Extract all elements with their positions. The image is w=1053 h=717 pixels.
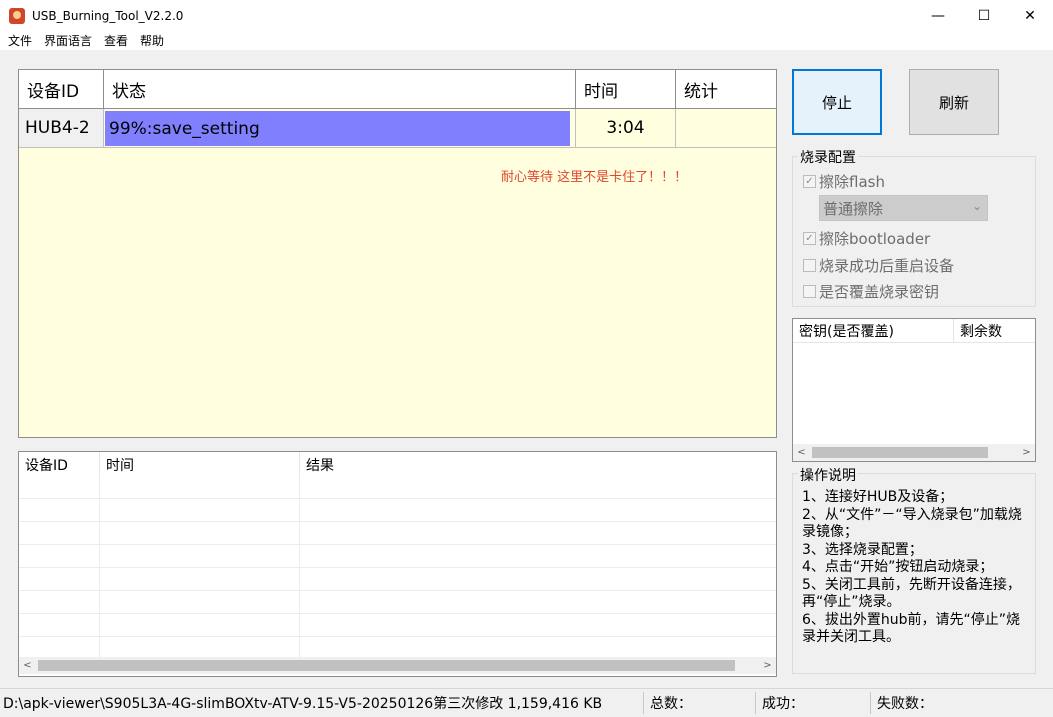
column-log-result[interactable]: 结果 [300, 452, 774, 478]
scroll-left-icon[interactable]: < [19, 657, 36, 674]
menu-view[interactable]: 查看 [98, 32, 134, 49]
erase-bootloader-label: 擦除bootloader [819, 230, 931, 248]
scroll-left-icon[interactable]: < [793, 444, 810, 461]
device-list[interactable]: 设备ID 状态 时间 统计 HUB4-2 3:04 99%:save_setti… [18, 69, 777, 438]
overwrite-keys-option[interactable]: 是否覆盖烧录密钥 [803, 281, 939, 302]
grid-line [19, 613, 776, 614]
menu-bar: 文件 界面语言 查看 帮助 [0, 31, 1053, 50]
key-list[interactable]: 密钥(是否覆盖) 剩余数 < > [792, 318, 1036, 462]
menu-help[interactable]: 帮助 [134, 32, 170, 49]
menu-file[interactable]: 文件 [0, 32, 38, 49]
erase-mode-value: 普通擦除 [823, 199, 884, 218]
reboot-after-label: 烧录成功后重启设备 [819, 257, 955, 275]
time-cell: 3:04 [576, 109, 676, 148]
column-device-id[interactable]: 设备ID [19, 70, 104, 109]
device-id-cell: HUB4-2 [19, 109, 104, 148]
column-time[interactable]: 时间 [576, 70, 676, 109]
menu-language[interactable]: 界面语言 [38, 32, 98, 49]
grid-line [299, 478, 300, 658]
instruction-line: 5、关闭工具前，先断开设备连接，再“停止”烧录。 [802, 576, 1021, 611]
device-row[interactable]: HUB4-2 3:04 99%:save_setting [19, 109, 776, 148]
grid-line [19, 636, 776, 637]
scroll-thumb[interactable] [812, 447, 988, 458]
column-stats[interactable]: 统计 [676, 70, 776, 109]
burn-config-group: 烧录配置 ✓ 擦除flash 普通擦除 ⌄ ✓ 擦除bootloader 烧录成… [792, 147, 1036, 307]
log-list-header: 设备ID 时间 结果 [19, 452, 774, 478]
total-count: 总数： [644, 692, 756, 714]
scroll-right-icon[interactable]: > [1018, 444, 1035, 461]
erase-flash-option[interactable]: ✓ 擦除flash [803, 171, 885, 192]
device-list-header: 设备ID 状态 时间 统计 [19, 70, 776, 109]
log-grid [19, 478, 776, 658]
minimize-button[interactable]: — [915, 0, 961, 31]
erase-bootloader-checkbox[interactable]: ✓ [803, 232, 816, 245]
scroll-thumb[interactable] [38, 660, 735, 671]
instruction-line: 2、从“文件”－“导入烧录包”加载烧录镜像； [802, 506, 1022, 541]
overwrite-keys-label: 是否覆盖烧录密钥 [819, 283, 940, 301]
scroll-track[interactable] [36, 657, 759, 674]
result-log-list[interactable]: 设备ID 时间 结果 < > [18, 451, 777, 677]
progress-bar: 99%:save_setting [105, 111, 570, 146]
log-list-scrollbar[interactable]: < > [19, 657, 776, 674]
grid-line [19, 567, 776, 568]
erase-flash-label: 擦除flash [819, 173, 885, 191]
success-count: 成功： [756, 692, 871, 714]
scroll-right-icon[interactable]: > [759, 657, 776, 674]
window-title: USB_Burning_Tool_V2.2.0 [32, 8, 184, 23]
refresh-button[interactable]: 刷新 [909, 69, 999, 135]
column-log-device-id[interactable]: 设备ID [19, 452, 100, 478]
erase-flash-checkbox[interactable]: ✓ [803, 175, 816, 188]
reboot-after-checkbox[interactable] [803, 259, 816, 272]
close-button[interactable]: ✕ [1007, 0, 1053, 31]
reboot-after-option[interactable]: 烧录成功后重启设备 [803, 255, 954, 276]
instructions-group: 操作说明 1、连接好HUB及设备； 2、从“文件”－“导入烧录包”加载烧录镜像；… [792, 465, 1036, 674]
chevron-down-icon: ⌄ [971, 199, 982, 213]
burn-config-title: 烧录配置 [798, 147, 858, 167]
instruction-line: 3、选择烧录配置； [802, 541, 923, 558]
grid-line [19, 590, 776, 591]
erase-mode-select[interactable]: 普通擦除 ⌄ [819, 195, 988, 221]
instructions-title: 操作说明 [798, 465, 858, 485]
column-remaining[interactable]: 剩余数 [954, 319, 1035, 343]
file-info: D:\apk-viewer\S905L3A-4G-slimBOXtv-ATV-9… [0, 692, 644, 714]
title-bar: USB_Burning_Tool_V2.2.0 — ☐ ✕ [0, 0, 1053, 31]
scroll-track[interactable] [810, 444, 1018, 461]
grid-line [19, 521, 776, 522]
instruction-line: 4、点击“开始”按钮启动烧录； [802, 559, 994, 575]
erase-bootloader-option[interactable]: ✓ 擦除bootloader [803, 228, 930, 249]
overwrite-keys-checkbox[interactable] [803, 285, 816, 298]
stats-cell [676, 109, 776, 148]
key-list-header: 密钥(是否覆盖) 剩余数 [793, 319, 1035, 343]
instruction-line: 6、拔出外置hub前，请先“停止”烧录并关闭工具。 [802, 611, 1021, 646]
status-bar: D:\apk-viewer\S905L3A-4G-slimBOXtv-ATV-9… [0, 688, 1053, 717]
grid-line [99, 478, 100, 658]
wait-notice: 耐心等待 这里不是卡住了！！！ [501, 170, 688, 185]
column-status[interactable]: 状态 [104, 70, 576, 109]
grid-line [19, 544, 776, 545]
failed-count: 失败数： [877, 696, 933, 712]
maximize-button[interactable]: ☐ [961, 0, 1007, 31]
instructions-text: 1、连接好HUB及设备； 2、从“文件”－“导入烧录包”加载烧录镜像； 3、选择… [802, 489, 1032, 647]
column-key[interactable]: 密钥(是否覆盖) [793, 319, 954, 343]
app-icon [9, 7, 25, 24]
stop-button[interactable]: 停止 [792, 69, 882, 135]
instruction-line: 1、连接好HUB及设备； [802, 489, 954, 505]
grid-line [19, 498, 776, 499]
key-list-scrollbar[interactable]: < > [793, 444, 1035, 461]
column-log-time[interactable]: 时间 [100, 452, 300, 478]
